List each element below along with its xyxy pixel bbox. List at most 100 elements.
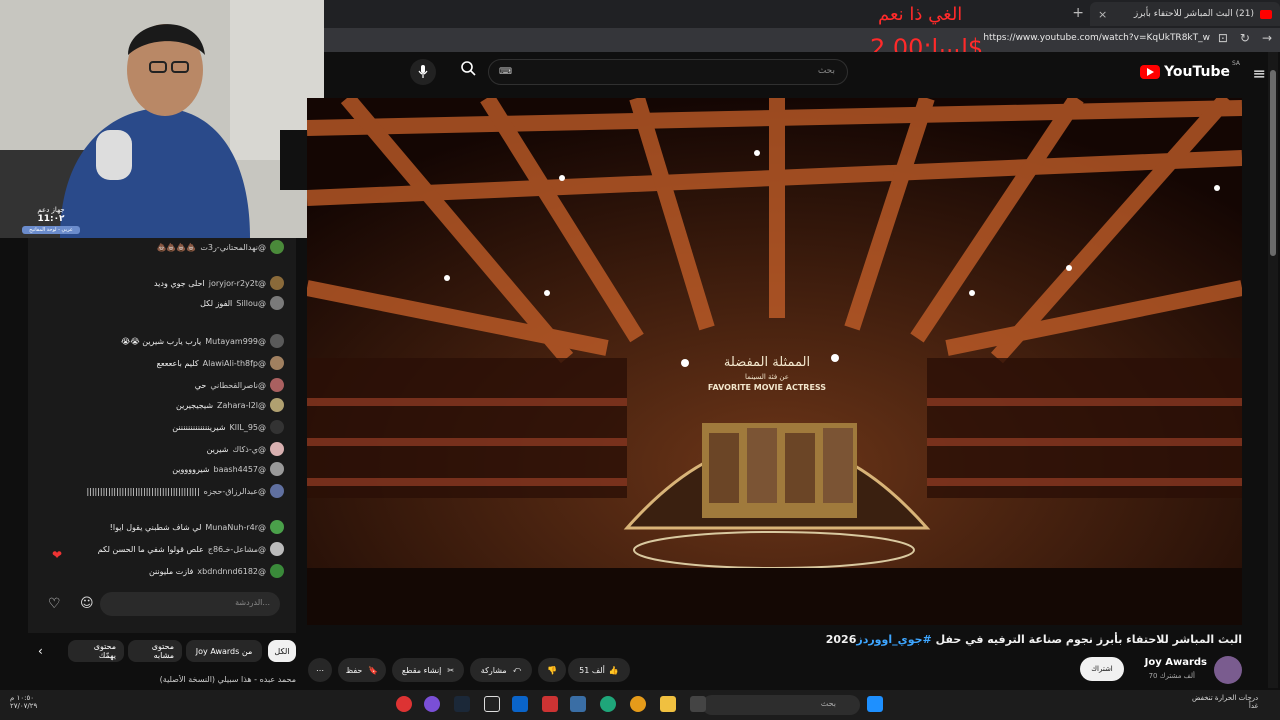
file-explorer-icon[interactable]	[660, 696, 676, 712]
chat-avatar[interactable]	[270, 484, 284, 498]
chat-username[interactable]: @xbdndnnd6182	[197, 567, 266, 576]
back-icon[interactable]: →	[1262, 31, 1272, 45]
outlook-icon[interactable]	[512, 696, 528, 712]
chat-username[interactable]: @MunaNuh-r4r	[205, 523, 266, 532]
chat-text: الفوز لكل	[200, 298, 233, 308]
tab-close-icon[interactable]: ×	[1098, 8, 1107, 21]
taskbar-clock[interactable]: ١٠:٥٠ م ٢٧/٠٧/٢٩	[10, 694, 37, 710]
chat-avatar[interactable]	[270, 334, 284, 348]
widget-label: جهاز دعم	[37, 206, 65, 214]
browser-tab[interactable]: (21) البث المباشر للاحتفاء بأبرز ×	[1090, 2, 1280, 26]
voice-search-button[interactable]	[410, 59, 436, 85]
chat-username[interactable]: @نهدالمحتاني-ر3ت	[200, 243, 266, 252]
chat-avatar[interactable]	[270, 356, 284, 370]
chip-for-you[interactable]: محتوى يهمّك	[68, 640, 124, 662]
save-label: حفظ	[345, 665, 363, 675]
heart-reaction-icon[interactable]: ♡	[48, 596, 61, 612]
url-text[interactable]: https://www.youtube.com/watch?v=KqUkTR8k…	[983, 33, 1210, 43]
video-player[interactable]: الممثلة المفضلة عن فئة السينما FAVORITE …	[307, 98, 1242, 625]
chip-from-channel[interactable]: من Joy Awards	[186, 640, 262, 662]
chat-username[interactable]: @عبدالرزاق-حجزه	[204, 487, 266, 496]
discord-icon[interactable]	[424, 696, 440, 712]
chat-username[interactable]: @baash4457	[214, 465, 266, 474]
clip-button[interactable]: إنشاء مقطع ✂	[392, 658, 464, 682]
chat-text: فازت مليوننن	[148, 566, 194, 576]
share-button[interactable]: مشاركة ⤺	[470, 658, 532, 682]
subscribe-button[interactable]: اشتراك	[1080, 657, 1124, 681]
youtube-logo[interactable]: YouTube	[1140, 64, 1230, 80]
share-label: مشاركة	[480, 665, 507, 675]
menu-icon[interactable]: ≡	[1253, 64, 1266, 83]
chat-username[interactable]: @AlawiAli-th8fp	[203, 359, 266, 368]
chat-avatar[interactable]	[270, 462, 284, 476]
scrollbar-thumb[interactable]	[1270, 70, 1276, 256]
edge-icon[interactable]	[600, 696, 616, 712]
emoji-icon[interactable]: ☺	[80, 596, 94, 611]
like-button[interactable]: 51 ألف 👍	[579, 666, 619, 675]
taskview-icon[interactable]	[690, 696, 706, 712]
chip-all[interactable]: الكل	[268, 640, 296, 662]
chat-username[interactable]: @Mutayam999	[205, 337, 266, 346]
copilot-icon[interactable]	[630, 696, 646, 712]
windows-start-icon[interactable]	[867, 696, 883, 712]
chat-avatar[interactable]	[270, 378, 284, 392]
chat-username[interactable]: @مشاعل-خـ86ج	[208, 545, 266, 554]
chip-similar[interactable]: محتوى مشابه	[128, 640, 182, 662]
chat-message: @مشاعل-خـ86ج علص قولوا شفي ما الحسن لكم	[98, 542, 284, 556]
chat-avatar[interactable]	[270, 520, 284, 534]
chat-username[interactable]: @ي-ذكاك	[232, 445, 266, 454]
chat-username[interactable]: @joryjor-r2y2t	[209, 279, 266, 288]
chat-avatar[interactable]	[270, 420, 284, 434]
like-count: 51 ألف	[579, 665, 605, 675]
save-button[interactable]: حفظ 🔖	[338, 658, 386, 682]
chat-avatar[interactable]	[270, 564, 284, 578]
capcut-icon[interactable]	[484, 696, 500, 712]
chat-username[interactable]: @ناصرالقحطاني	[210, 381, 266, 390]
chat-avatar[interactable]	[270, 398, 284, 412]
recommendation-item[interactable]: محمد عبده - هذا سبيلي (النسخة الأصلية)	[30, 675, 296, 687]
taskbar-search[interactable]: بحث	[702, 695, 860, 715]
chat-text: احلى جوي وديد	[153, 278, 205, 288]
search-placeholder: بحث	[817, 66, 835, 76]
app-icon[interactable]	[396, 696, 412, 712]
more-actions-button[interactable]: ⋯	[308, 658, 332, 682]
channel-avatar[interactable]	[1214, 656, 1242, 684]
chat-message: @عبدالرزاق-حجزه |||||||||||||||||||||||||…	[86, 484, 284, 498]
chat-username[interactable]: @Sillou	[236, 299, 266, 308]
chat-username[interactable]: @KlIL_95	[230, 423, 266, 432]
channel-name[interactable]: Joy Awards	[1145, 657, 1207, 668]
chat-avatar[interactable]	[270, 296, 284, 310]
steam-icon[interactable]	[454, 696, 470, 712]
video-hashtag[interactable]: #جوي_اووردز	[856, 633, 931, 646]
keyboard-icon[interactable]: ⌨	[499, 67, 512, 77]
chat-username[interactable]: @Zahara-l2l	[217, 401, 266, 410]
chips-prev-icon[interactable]: ‹	[38, 644, 43, 658]
chat-message: @xbdndnnd6182 فازت مليوننن	[149, 564, 284, 578]
new-tab-button[interactable]: +	[1072, 5, 1084, 21]
reload-icon[interactable]: ↻	[1240, 31, 1250, 45]
chat-text: علص قولوا شفي ما الحسن لكم	[97, 544, 204, 554]
address-bar[interactable]: https://www.youtube.com/watch?v=KqUkTR8k…	[324, 28, 1280, 52]
chat-text: شيجيجيرين	[176, 400, 214, 410]
chat-avatar[interactable]	[270, 240, 284, 254]
taskbar-weather[interactable]: درجات الحرارة تنخفض غداً	[1192, 694, 1258, 710]
store-icon[interactable]	[570, 696, 586, 712]
webcam-overlay	[0, 0, 324, 238]
search-button[interactable]	[455, 60, 481, 84]
chat-avatar[interactable]	[270, 276, 284, 290]
gift-icon[interactable]	[542, 696, 558, 712]
chat-message: @Zahara-l2l شيجيجيرين	[176, 398, 284, 412]
browser-tab-bar: (21) البث المباشر للاحتفاء بأبرز × +	[324, 0, 1280, 28]
search-input[interactable]: بحث ⌨	[488, 59, 848, 85]
chat-avatar[interactable]	[270, 442, 284, 456]
chat-message: @joryjor-r2y2t احلى جوي وديد	[154, 276, 284, 290]
video-title-text: البث المباشر للاحتفاء بأبرز نجوم صناعة ا…	[931, 633, 1242, 646]
dislike-button[interactable]: 👎	[538, 658, 566, 682]
chat-input[interactable]: الدردشة...	[100, 592, 280, 616]
site-info-icon[interactable]: ⊡	[1218, 31, 1228, 45]
chat-text: شيرينننننننننننننن	[172, 422, 226, 432]
chat-avatar[interactable]	[270, 542, 284, 556]
taskbar-time: ١٠:٥٠ م	[10, 694, 34, 702]
stage-title-en: FAVORITE MOVIE ACTRESS	[708, 383, 826, 392]
chat-text: ||||||||||||||||||||||||||||||||||||||||…	[86, 486, 200, 496]
